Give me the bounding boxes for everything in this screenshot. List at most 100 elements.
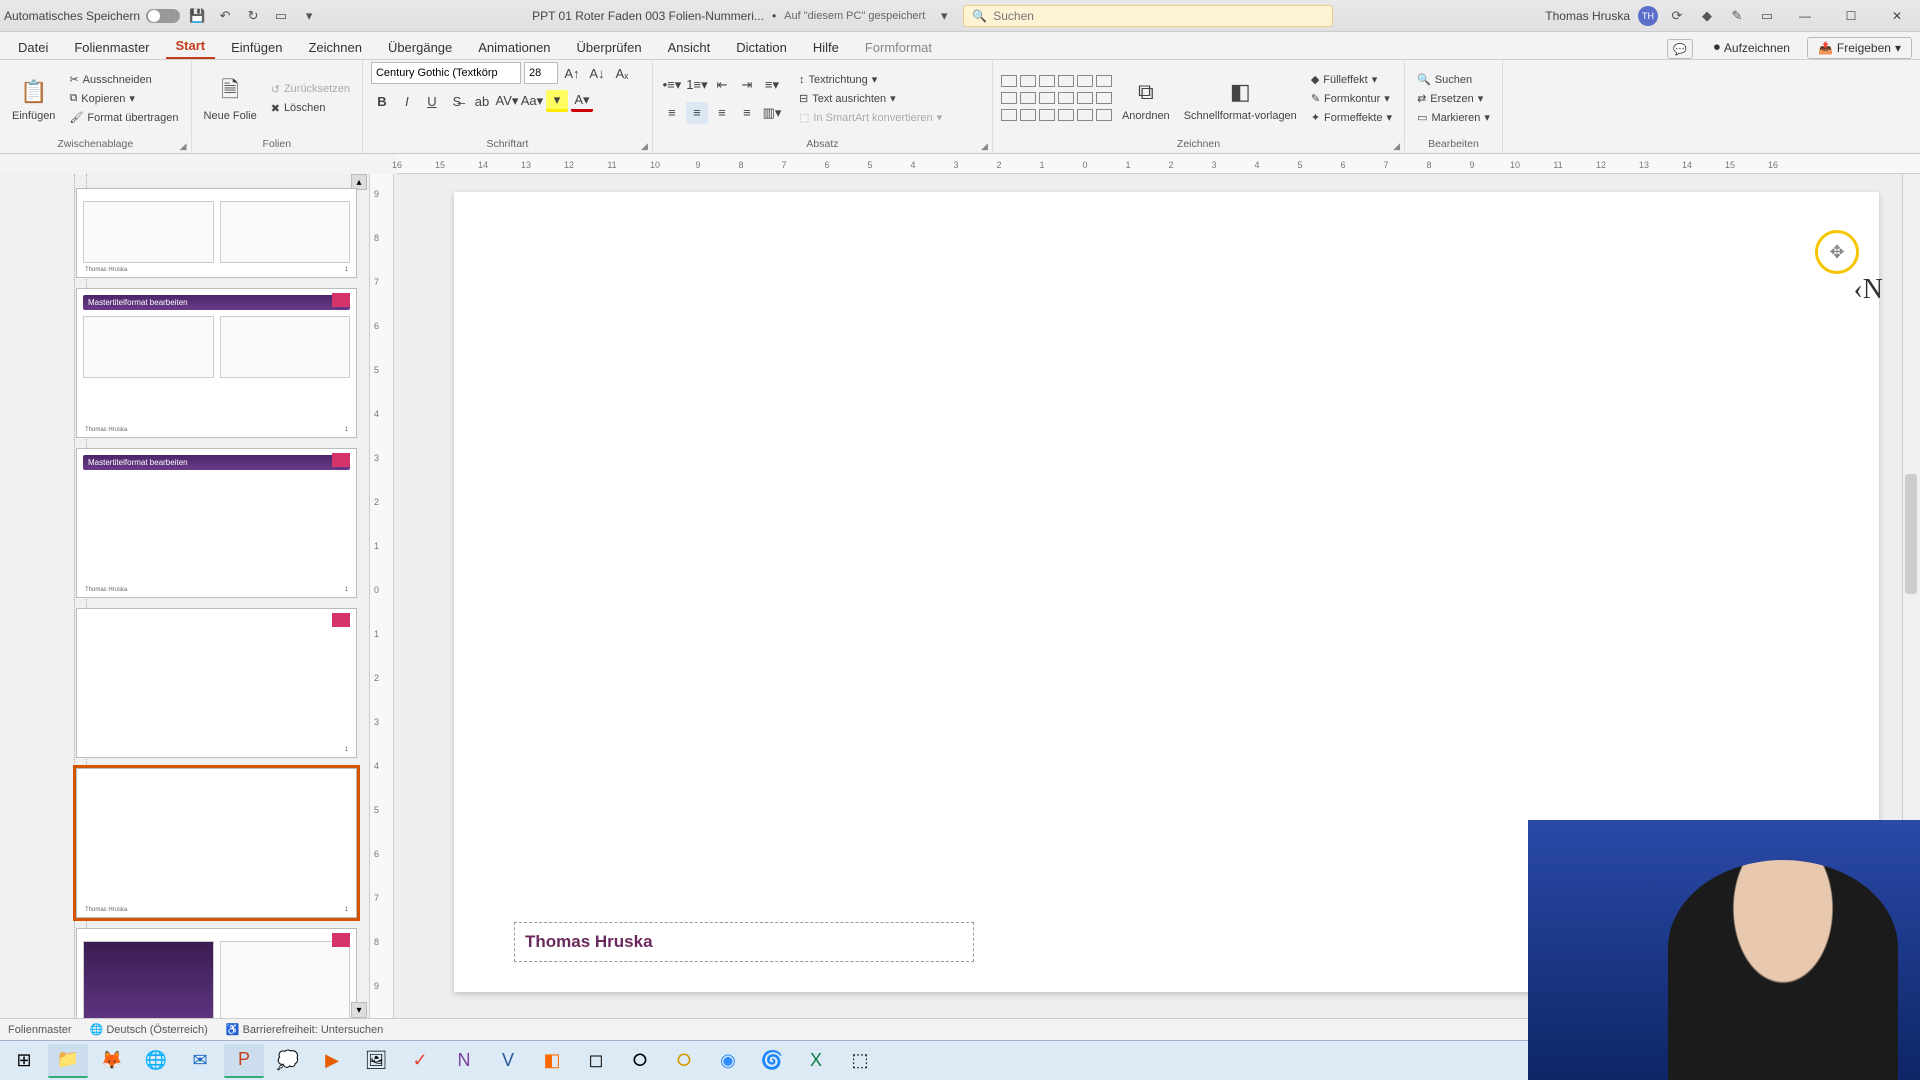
tab-animationen[interactable]: Animationen [468,36,560,59]
shape-outline-button[interactable]: ✎ Formkontur ▾ [1307,91,1396,106]
delete-button[interactable]: ✖ Löschen [267,101,354,116]
decrease-indent-icon[interactable]: ⇤ [711,74,733,96]
tab-zeichnen[interactable]: Zeichnen [298,36,371,59]
cut-button[interactable]: ✂ Ausschneiden [65,72,182,87]
text-direction-button[interactable]: ↕ Textrichtung ▾ [795,72,946,87]
app4-icon[interactable]: ⭘ [664,1044,704,1078]
paste-button[interactable]: 📋Einfügen [8,74,59,124]
sync-icon[interactable]: ⟳ [1666,6,1688,26]
format-painter-button[interactable]: 🖌 Format übertragen [65,110,182,125]
tab-start[interactable]: Start [166,34,216,59]
todoist-icon[interactable]: ✓ [400,1044,440,1078]
columns-icon[interactable]: ▥▾ [761,102,783,124]
powerpoint-icon[interactable]: P [224,1044,264,1078]
minimize-button[interactable]: — [1786,4,1824,28]
visio-icon[interactable]: V [488,1044,528,1078]
grow-font-icon[interactable]: A↑ [561,62,583,84]
thumbnail-item-selected[interactable]: Thomas Hruska1 [76,768,357,918]
justify-icon[interactable]: ≡ [736,102,758,124]
case-icon[interactable]: Aa▾ [521,90,543,112]
font-size-input[interactable] [524,62,558,84]
record-button[interactable]: ⏺ Aufzeichnen [1703,36,1801,59]
tab-folienmaster[interactable]: Folienmaster [64,36,159,59]
vlc-icon[interactable]: ▶ [312,1044,352,1078]
drawing-launcher-icon[interactable]: ◢ [1393,141,1400,152]
align-left-icon[interactable]: ≡ [661,102,683,124]
thumbnail-item[interactable] [76,928,357,1018]
explorer-icon[interactable]: 📁 [48,1044,88,1078]
clipboard-launcher-icon[interactable]: ◢ [180,141,187,152]
tab-einfuegen[interactable]: Einfügen [221,36,292,59]
search-input[interactable] [993,9,1324,23]
thumbnail-item[interactable]: Mastertitelformat bearbeiten Thomas Hrus… [76,448,357,598]
excel-icon[interactable]: X [796,1044,836,1078]
user-avatar[interactable]: TH [1638,6,1658,26]
redo-icon[interactable]: ↻ [242,6,264,26]
firefox-icon[interactable]: 🦊 [92,1044,132,1078]
copy-button[interactable]: ⧉ Kopieren ▾ [65,91,182,106]
from-beginning-icon[interactable]: ▭ [270,6,292,26]
align-right-icon[interactable]: ≡ [711,102,733,124]
font-launcher-icon[interactable]: ◢ [641,141,648,152]
shapes-gallery[interactable] [1001,75,1112,123]
clear-format-icon[interactable]: Aₓ [611,62,633,84]
start-button[interactable]: ⊞ [4,1044,44,1078]
find-button[interactable]: 🔍 Suchen [1413,72,1494,87]
font-color-icon[interactable]: A▾ [571,90,593,112]
spacing-icon[interactable]: AV▾ [496,90,518,112]
obs-icon[interactable]: ⭘ [620,1044,660,1078]
shrink-font-icon[interactable]: A↓ [586,62,608,84]
comments-mode-button[interactable]: 💬 [1667,39,1693,59]
pen-icon[interactable]: ✎ [1726,6,1748,26]
numbering-icon[interactable]: 1≡▾ [686,74,708,96]
save-status-chevron-icon[interactable]: ▾ [933,6,955,26]
arrange-button[interactable]: ⧉Anordnen [1118,74,1174,124]
chrome-icon[interactable]: 🌐 [136,1044,176,1078]
search-box[interactable]: 🔍 [963,5,1333,27]
save-icon[interactable]: 💾 [186,6,208,26]
highlight-icon[interactable]: ▾ [546,90,568,112]
bold-icon[interactable]: B [371,90,393,112]
thumbs-scroll-down-icon[interactable]: ▾ [351,1002,367,1018]
thumbnail-panel[interactable]: ▴ Thomas Hruska1 Mastertitelformat bearb… [0,174,370,1018]
outlook-icon[interactable]: ✉ [180,1044,220,1078]
align-text-button[interactable]: ⊟ Text ausrichten ▾ [795,91,946,106]
qat-more-icon[interactable]: ▾ [298,6,320,26]
thumbnail-item[interactable]: 1 [76,608,357,758]
shape-fill-button[interactable]: ◆ Fülleffekt ▾ [1307,72,1396,87]
zoom-icon[interactable]: ◉ [708,1044,748,1078]
image-viewer-icon[interactable]: 🖼 [356,1044,396,1078]
app5-icon[interactable]: ⬚ [840,1044,880,1078]
select-button[interactable]: ▭ Markieren ▾ [1413,110,1494,125]
diamond-icon[interactable]: ◆ [1696,6,1718,26]
status-accessibility[interactable]: ♿ Barrierefreiheit: Untersuchen [226,1023,383,1036]
tab-formformat[interactable]: Formformat [855,36,942,59]
scroll-thumb[interactable] [1905,474,1917,594]
tab-datei[interactable]: Datei [8,36,58,59]
shape-effects-button[interactable]: ✦ Formeffekte ▾ [1307,110,1396,125]
status-view[interactable]: Folienmaster [8,1024,72,1036]
onenote-icon[interactable]: N [444,1044,484,1078]
status-language[interactable]: 🌐 Deutsch (Österreich) [90,1023,208,1036]
align-center-icon[interactable]: ≡ [686,102,708,124]
window-icon[interactable]: ▭ [1756,6,1778,26]
tab-uebergaenge[interactable]: Übergänge [378,36,462,59]
autosave-toggle[interactable]: Automatisches Speichern [4,9,180,23]
tab-ansicht[interactable]: Ansicht [658,36,721,59]
line-spacing-icon[interactable]: ≡▾ [761,74,783,96]
app-icon[interactable]: 💭 [268,1044,308,1078]
share-button[interactable]: 📤 Freigeben ▾ [1807,37,1912,59]
tab-hilfe[interactable]: Hilfe [803,36,849,59]
tab-ueberpruefen[interactable]: Überprüfen [567,36,652,59]
increase-indent-icon[interactable]: ⇥ [736,74,758,96]
font-name-input[interactable] [371,62,521,84]
undo-icon[interactable]: ↶ [214,6,236,26]
thumbnail-item[interactable]: Mastertitelformat bearbeiten Thomas Hrus… [76,288,357,438]
thumbnail-item[interactable]: Thomas Hruska1 [76,188,357,278]
shadow-icon[interactable]: ab [471,90,493,112]
toggle-off-icon[interactable] [146,9,180,23]
app3-icon[interactable]: ◻ [576,1044,616,1078]
new-slide-button[interactable]: 🗎Neue Folie [200,74,261,124]
close-button[interactable]: ✕ [1878,4,1916,28]
tab-dictation[interactable]: Dictation [726,36,797,59]
